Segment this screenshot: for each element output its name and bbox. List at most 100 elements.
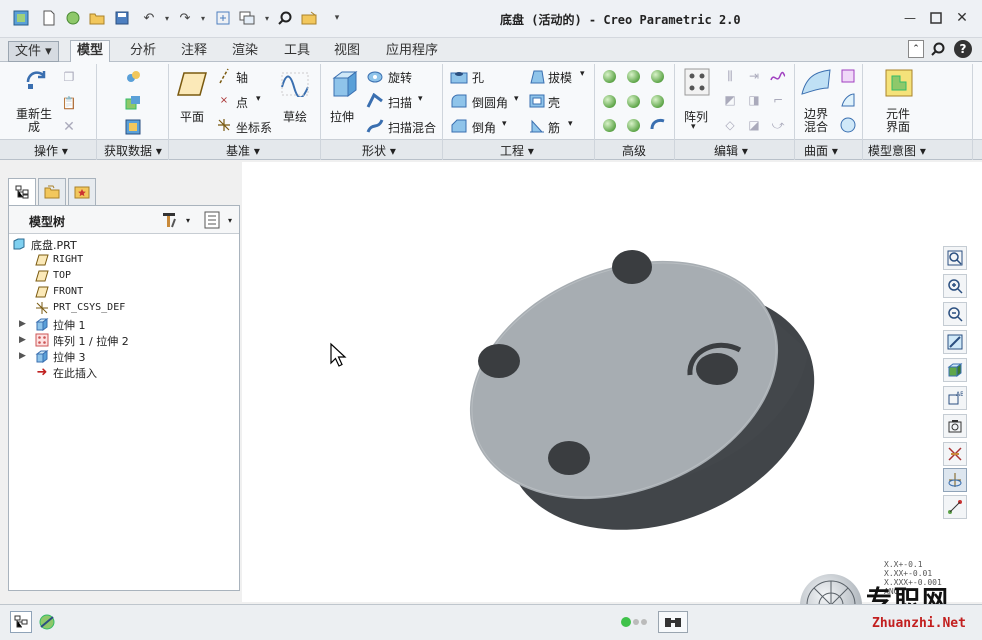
save-icon[interactable] <box>113 9 131 27</box>
draft-dropdown-icon[interactable]: ▾ <box>580 69 585 79</box>
windows-icon[interactable] <box>238 9 256 27</box>
revolve-icon[interactable] <box>366 68 384 86</box>
saved-orientations-icon[interactable]: AB <box>943 386 967 410</box>
tab-render[interactable]: 渲染 <box>226 41 264 62</box>
group-operations[interactable]: 操作 ▾ <box>34 142 68 159</box>
pattern-dropdown-icon[interactable]: ▾ <box>691 122 696 132</box>
search-icon[interactable] <box>276 9 294 27</box>
advanced-feature-icon[interactable] <box>603 70 616 83</box>
pattern-icon[interactable] <box>684 68 710 96</box>
ribbon-search-icon[interactable] <box>930 40 946 58</box>
maximize-icon[interactable] <box>928 10 944 26</box>
sweep-label[interactable]: 扫描 <box>388 94 412 111</box>
tree-item-root[interactable]: 底盘.PRT <box>31 237 77 253</box>
copy-geometry-icon[interactable] <box>124 94 142 112</box>
tree-item-pattern-1[interactable]: 阵列 1 / 拉伸 2 <box>53 333 129 349</box>
hole-label[interactable]: 孔 <box>472 69 484 86</box>
round-dropdown-icon[interactable]: ▾ <box>514 94 519 104</box>
tab-view[interactable]: 视图 <box>328 41 366 62</box>
new-file-icon[interactable] <box>40 9 58 27</box>
style-icon[interactable] <box>840 92 856 108</box>
zoom-in-icon[interactable] <box>943 274 967 298</box>
group-advanced[interactable]: 高级 <box>622 142 646 159</box>
boundary-blend-icon[interactable] <box>800 68 832 98</box>
sketch-icon[interactable] <box>280 70 310 98</box>
rib-label[interactable]: 筋 <box>548 119 560 136</box>
open-folder-icon[interactable] <box>88 9 106 27</box>
sketch-label[interactable]: 草绘 <box>283 108 307 125</box>
group-surfaces[interactable]: 曲面 ▾ <box>804 142 838 159</box>
expand-icon[interactable]: ▶ <box>19 351 26 361</box>
zoom-out-icon[interactable] <box>943 302 967 326</box>
undo-dropdown-icon[interactable]: ▾ <box>158 9 176 27</box>
hole-left[interactable] <box>478 344 520 378</box>
sweep-dropdown-icon[interactable]: ▾ <box>418 94 423 104</box>
tree-settings-icon[interactable] <box>161 211 179 229</box>
folder-browser-tab-icon[interactable] <box>38 178 66 205</box>
tree-item-csys[interactable]: PRT_CSYS_DEF <box>53 302 125 313</box>
component-interface-icon[interactable] <box>884 68 914 98</box>
tab-annotate[interactable]: 注释 <box>175 41 213 62</box>
undo-icon[interactable]: ↶ <box>140 9 158 27</box>
open-circle-icon[interactable] <box>64 9 82 27</box>
windows-dropdown-icon[interactable]: ▾ <box>258 9 276 27</box>
draft-label[interactable]: 拔模 <box>548 69 572 86</box>
rib-dropdown-icon[interactable]: ▾ <box>568 119 573 129</box>
component-interface-label[interactable]: 元件 界面 <box>886 108 910 134</box>
chamfer-label[interactable]: 倒角 <box>472 119 496 136</box>
redo-dropdown-icon[interactable]: ▾ <box>194 9 212 27</box>
refit-icon[interactable] <box>943 246 967 270</box>
advanced-feature-icon[interactable] <box>627 95 640 108</box>
group-shapes[interactable]: 形状 ▾ <box>362 142 396 159</box>
tab-tools[interactable]: 工具 <box>278 41 316 62</box>
chamfer-dropdown-icon[interactable]: ▾ <box>502 119 507 129</box>
plane-label[interactable]: 平面 <box>180 108 204 125</box>
redo-icon[interactable]: ↷ <box>176 9 194 27</box>
tab-analysis[interactable]: 分析 <box>124 41 162 62</box>
extrude-icon[interactable] <box>328 68 360 100</box>
advanced-feature-icon[interactable] <box>651 70 664 83</box>
axis-label[interactable]: 轴 <box>236 69 248 86</box>
part-model-svg[interactable] <box>242 162 940 602</box>
expand-icon[interactable]: ▶ <box>19 335 26 345</box>
csys-label[interactable]: 坐标系 <box>236 119 272 136</box>
round-icon[interactable] <box>450 92 468 110</box>
plane-icon[interactable] <box>176 70 208 98</box>
minimize-icon[interactable]: — <box>902 10 918 26</box>
annotation-display-icon[interactable] <box>943 495 967 519</box>
view-manager-icon[interactable] <box>943 414 967 438</box>
draft-icon[interactable] <box>528 68 546 86</box>
shrinkwrap-icon[interactable] <box>124 118 142 136</box>
shell-icon[interactable] <box>528 92 546 110</box>
help-icon[interactable]: ? <box>954 40 972 58</box>
axis-icon[interactable] <box>216 68 232 84</box>
group-editing[interactable]: 编辑 ▾ <box>714 142 748 159</box>
swept-blend-icon[interactable] <box>366 117 384 135</box>
display-style-icon[interactable] <box>943 358 967 382</box>
hole-bottom[interactable] <box>548 441 590 475</box>
advanced-feature-icon[interactable] <box>627 70 640 83</box>
regenerate-quick-icon[interactable] <box>214 9 232 27</box>
group-get-data[interactable]: 获取数据 ▾ <box>104 142 162 159</box>
revolve-label[interactable]: 旋转 <box>388 69 412 86</box>
tab-model[interactable]: 模型 <box>70 40 111 63</box>
tree-item-insert-here[interactable]: 在此插入 <box>53 365 97 381</box>
csys-icon[interactable] <box>216 117 232 133</box>
toroidal-bend-icon[interactable] <box>650 117 666 133</box>
shell-label[interactable]: 壳 <box>548 94 560 111</box>
datum-display-filters-icon[interactable] <box>943 442 967 466</box>
pattern-label[interactable]: 阵列 <box>684 108 708 125</box>
swept-blend-label[interactable]: 扫描混合 <box>388 119 436 136</box>
point-dropdown-icon[interactable]: ▾ <box>256 94 261 104</box>
show-dropdown-icon[interactable]: ▾ <box>225 214 235 226</box>
fill-icon[interactable] <box>840 68 856 84</box>
graphics-window[interactable] <box>242 162 940 602</box>
tree-item-front[interactable]: FRONT <box>53 286 83 297</box>
model-tree-tab-icon[interactable] <box>8 178 36 205</box>
collapse-ribbon-icon[interactable]: ⌃ <box>908 40 924 58</box>
extrude-label[interactable]: 拉伸 <box>330 108 354 125</box>
show-icon[interactable] <box>203 211 221 229</box>
chamfer-icon[interactable] <box>450 117 468 135</box>
toggle-navigator-icon[interactable] <box>10 611 32 633</box>
boundary-blend-label[interactable]: 边界 混合 <box>804 108 828 134</box>
